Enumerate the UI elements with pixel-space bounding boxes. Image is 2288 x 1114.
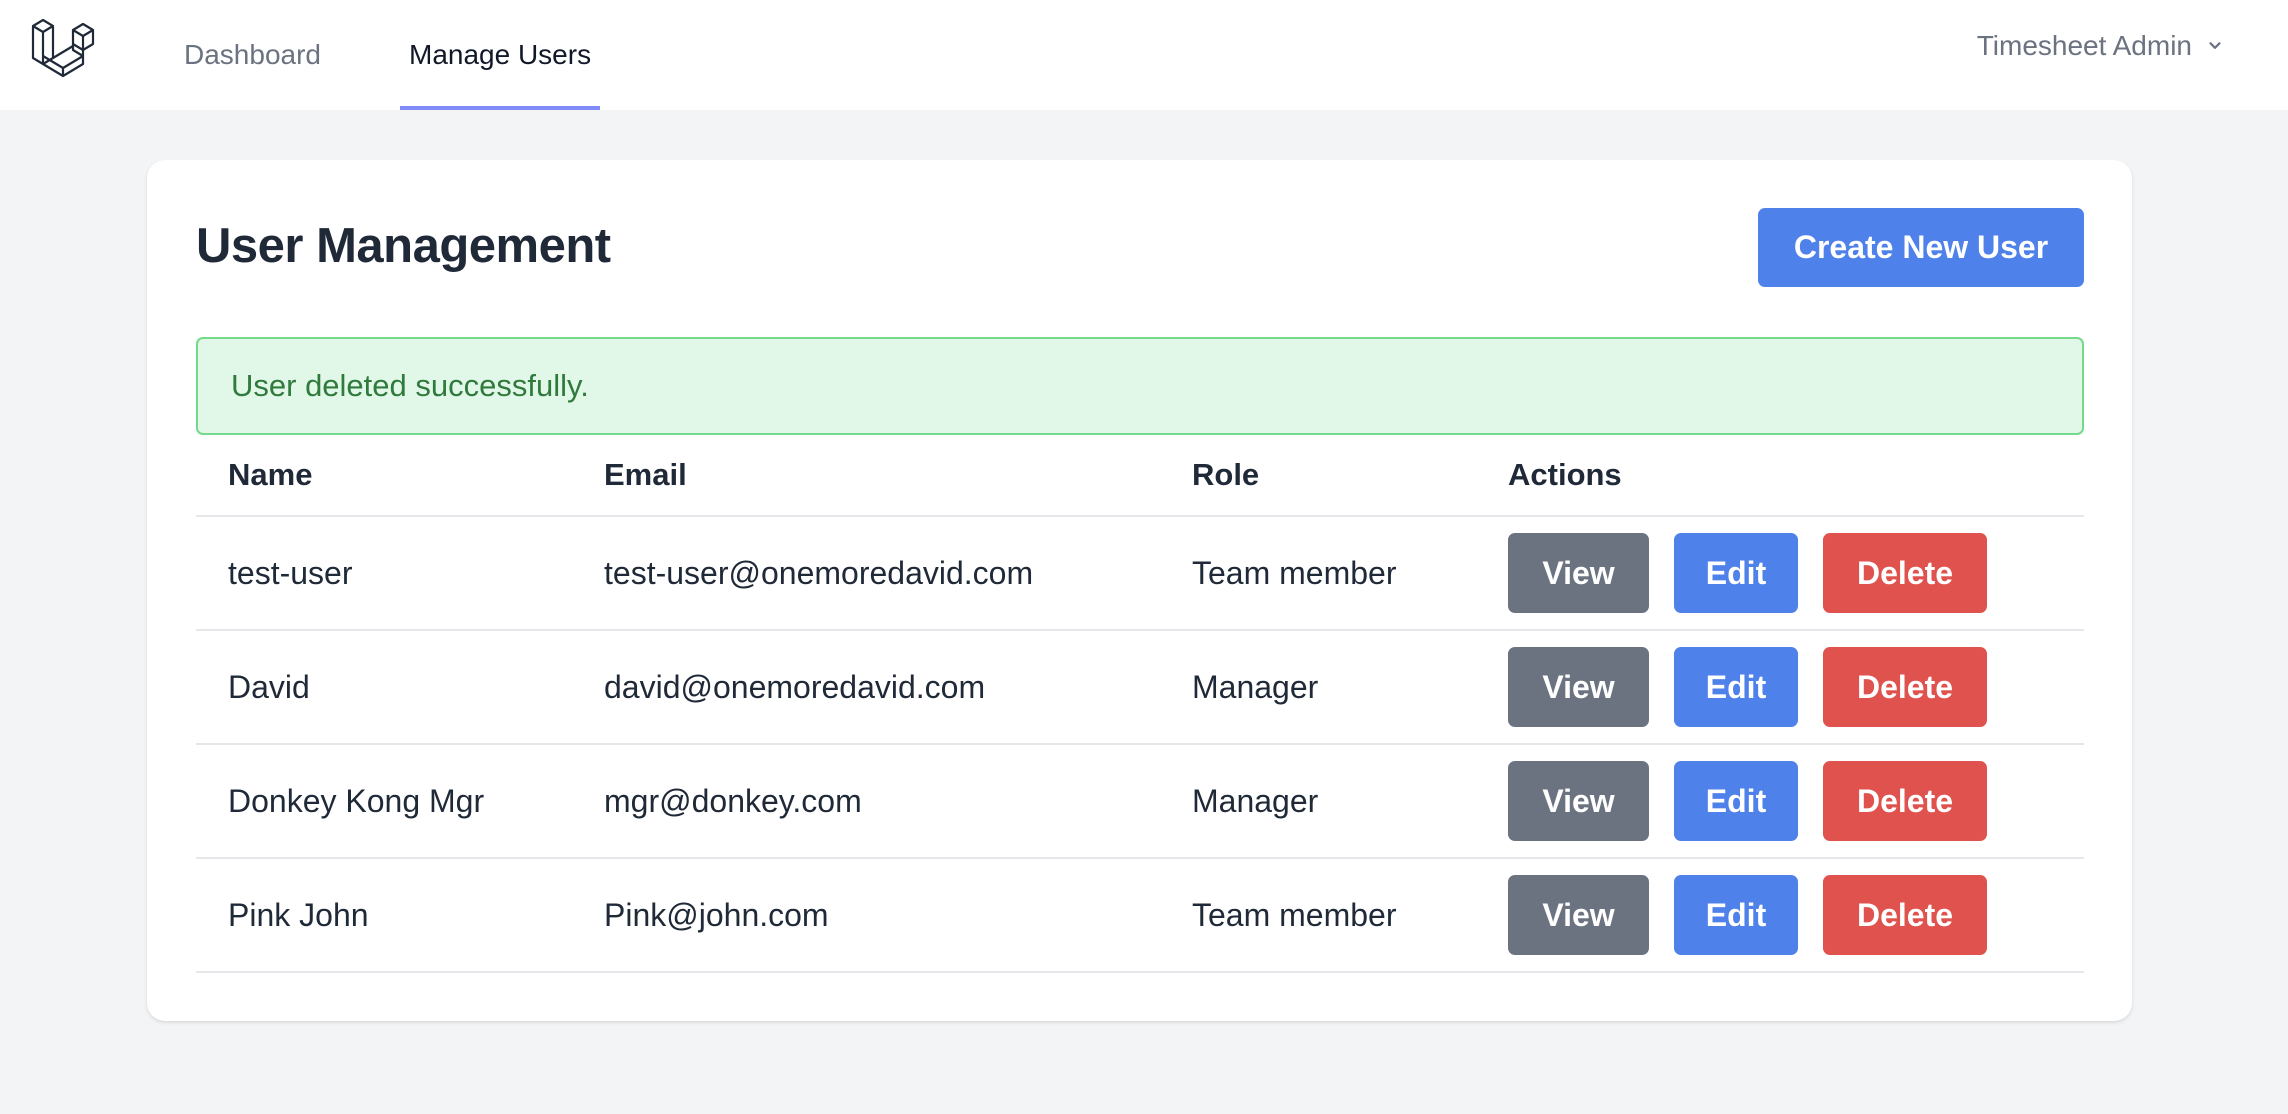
nav-link-manage-users[interactable]: Manage Users — [399, 0, 601, 110]
column-header-actions: Actions — [1476, 435, 2084, 517]
row-actions: View Edit Delete — [1476, 630, 2084, 745]
user-management-card: User Management Create New User User del… — [147, 160, 2132, 1021]
view-button[interactable]: View — [1508, 533, 1649, 613]
page-title: User Management — [196, 219, 611, 273]
user-name: test-user — [196, 516, 572, 631]
edit-button[interactable]: Edit — [1674, 647, 1798, 727]
edit-button[interactable]: Edit — [1674, 761, 1798, 841]
view-button[interactable]: View — [1508, 647, 1649, 727]
user-email: mgr@donkey.com — [572, 744, 1160, 859]
user-email: david@onemoredavid.com — [572, 630, 1160, 745]
column-header-role: Role — [1160, 435, 1476, 517]
edit-button[interactable]: Edit — [1674, 875, 1798, 955]
success-alert: User deleted successfully. — [196, 337, 2084, 435]
table-header-row: Name Email Role Actions — [196, 435, 2084, 517]
view-button[interactable]: View — [1508, 761, 1649, 841]
delete-button[interactable]: Delete — [1823, 533, 1987, 613]
table-row: Pink John Pink@john.com Team member View… — [196, 858, 2084, 973]
laravel-logo-icon[interactable] — [30, 14, 96, 78]
delete-button[interactable]: Delete — [1823, 875, 1987, 955]
top-navigation: Dashboard Manage Users Timesheet Admin — [0, 0, 2288, 110]
table-row: test-user test-user@onemoredavid.com Tea… — [196, 516, 2084, 631]
user-menu-label: Timesheet Admin — [1976, 30, 2192, 61]
chevron-down-icon — [2209, 42, 2221, 49]
user-role: Manager — [1160, 744, 1476, 859]
table-row: David david@onemoredavid.com Manager Vie… — [196, 630, 2084, 745]
create-new-user-button[interactable]: Create New User — [1758, 208, 2084, 287]
row-actions: View Edit Delete — [1476, 516, 2084, 631]
user-role: Team member — [1160, 516, 1476, 631]
user-role: Manager — [1160, 630, 1476, 745]
user-menu-dropdown[interactable]: Timesheet Admin — [1977, 0, 2224, 92]
column-header-email: Email — [572, 435, 1160, 517]
user-role: Team member — [1160, 858, 1476, 973]
column-header-name: Name — [196, 435, 572, 517]
users-table: Name Email Role Actions test-user test-u… — [196, 435, 2084, 973]
delete-button[interactable]: Delete — [1823, 761, 1987, 841]
user-name: Pink John — [196, 858, 572, 973]
row-actions: View Edit Delete — [1476, 858, 2084, 973]
delete-button[interactable]: Delete — [1823, 647, 1987, 727]
edit-button[interactable]: Edit — [1674, 533, 1798, 613]
user-email: Pink@john.com — [572, 858, 1160, 973]
nav-link-dashboard[interactable]: Dashboard — [184, 0, 321, 110]
user-email: test-user@onemoredavid.com — [572, 516, 1160, 631]
row-actions: View Edit Delete — [1476, 744, 2084, 859]
user-name: David — [196, 630, 572, 745]
view-button[interactable]: View — [1508, 875, 1649, 955]
user-name: Donkey Kong Mgr — [196, 744, 572, 859]
table-row: Donkey Kong Mgr mgr@donkey.com Manager V… — [196, 744, 2084, 859]
alert-message: User deleted successfully. — [231, 368, 589, 403]
